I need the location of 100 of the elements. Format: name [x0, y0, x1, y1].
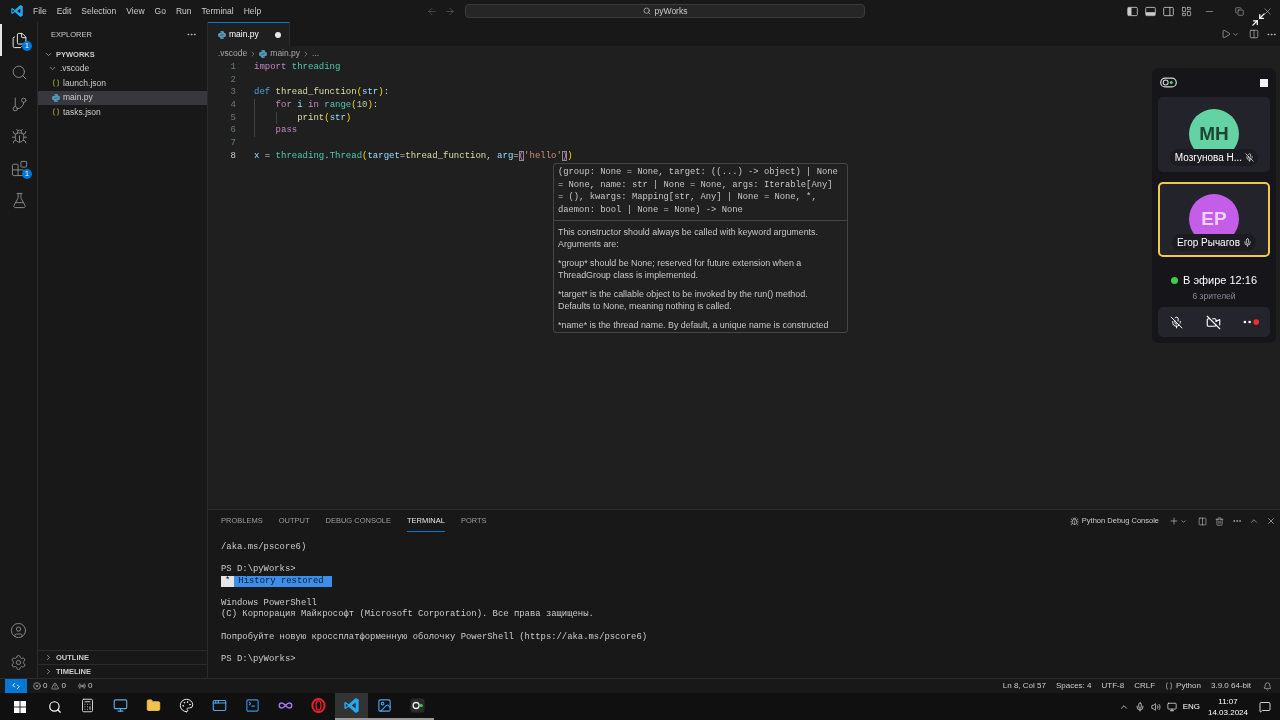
status-item[interactable]: CRLF [1134, 680, 1156, 692]
tree-row[interactable]: launch.json [38, 76, 207, 91]
braces-file-icon [52, 108, 60, 117]
doc-paragraph: This constructor should always be called with keyword arguments. Arguments are: [558, 225, 819, 251]
language-mode-button[interactable]: Python [1165, 680, 1201, 692]
search-icon [48, 699, 62, 714]
status-item[interactable]: UTF-8 [1101, 680, 1125, 692]
language-indicator[interactable]: ENG [1182, 700, 1200, 713]
editor-logo-icon [344, 698, 359, 713]
braces-file-icon [52, 79, 60, 88]
code-line: import threading [254, 61, 341, 74]
python-file-icon [218, 30, 226, 39]
ports-button[interactable]: 0 [77, 679, 93, 693]
terminal-line: /aka.ms/pscore6) [221, 542, 307, 554]
participant-tile[interactable]: ЕР Егор Рычагов [1158, 182, 1270, 257]
line-number: 4 [229, 99, 236, 112]
secondary-sidebar-toggle-icon[interactable] [1162, 5, 1174, 17]
square-icon[interactable] [1260, 78, 1268, 87]
banner-text: History restored [234, 575, 332, 587]
shrink-arrows-icon[interactable] [1251, 12, 1266, 27]
folder-icon [146, 698, 161, 713]
search-icon [642, 7, 651, 15]
message-icon [1259, 700, 1271, 713]
panel-toggle-icon[interactable] [1144, 5, 1156, 17]
bug-icon [11, 127, 28, 145]
python-file-icon [52, 93, 60, 102]
python-file-icon [259, 49, 268, 58]
ring-icon [311, 698, 326, 713]
windows-logo-icon [13, 700, 26, 713]
banner-marker: * [221, 575, 235, 587]
layout-grid-icon[interactable] [1180, 5, 1192, 17]
clock[interactable]: 11:07 14.03.2024 [1206, 695, 1250, 718]
trash-icon[interactable] [1215, 516, 1224, 526]
editor-tab[interactable]: main.py [208, 22, 290, 46]
app-logo-icon [11, 5, 23, 17]
line-number: 3 [229, 86, 236, 100]
line-number: 7 [229, 137, 236, 150]
doc-paragraph: *target* is the callable object to be invoked by the run() method. Defaults to None, meaning nothing is called. [558, 287, 809, 313]
line-number: 8 [229, 149, 236, 163]
terminal-line: PS D:\pyWorks> [221, 653, 296, 666]
code-line: def thread_function(str): [254, 86, 390, 100]
sidebar-toggle-icon[interactable] [1126, 5, 1138, 17]
folder-row[interactable]: .vscode [38, 61, 207, 76]
window-icon [212, 698, 227, 713]
bell-icon[interactable] [1263, 681, 1272, 691]
record-icon [410, 698, 425, 713]
menu-item[interactable]: Selection [76, 0, 122, 22]
menu-item[interactable]: Edit [51, 0, 77, 22]
tree-row[interactable]: main.py [38, 90, 207, 105]
participant-tile[interactable]: МН Мозгунова Н... [1158, 97, 1270, 172]
menu-item[interactable]: Help [238, 0, 267, 22]
split-editor-icon[interactable] [1249, 29, 1259, 39]
settings-icon [10, 653, 27, 671]
status-item[interactable]: Spaces: 4 [1055, 680, 1092, 692]
mic-icon[interactable] [1134, 701, 1145, 712]
doc-paragraph: *name* is the thread name. By default, a unique name is constructed [558, 318, 830, 332]
close-icon [1261, 5, 1273, 17]
status-item[interactable]: 3.9.0 64-bit [1210, 680, 1251, 692]
monitor-icon [113, 698, 128, 713]
menu-item[interactable]: Run [170, 0, 197, 22]
menu-item[interactable]: Go [149, 0, 171, 22]
branch-icon [11, 95, 28, 113]
signature-text: (group: None = None, target: ((...) -> object) | None = None, name: str | None = None, args: Iterable[Any] = (), kwargs: Mapping[str, Any] | None = None, *, daemon: bool | None = None) -> None [554, 164, 847, 221]
tree-row[interactable]: tasks.json [38, 105, 207, 120]
warning-icon [51, 682, 60, 690]
code-line: for i in range(10): [254, 99, 379, 112]
braces-icon [1165, 682, 1174, 690]
menu-item[interactable]: Terminal [196, 0, 239, 22]
terminal-line: Попробуйте новую кроссплатформенную оболочку PowerShell (https://aka.ms/pscore6) [221, 631, 648, 643]
restore-icon [1234, 6, 1244, 16]
user-icon [10, 621, 27, 639]
breadcrumb-item[interactable]: main.py [259, 47, 301, 60]
line-number: 2 [229, 73, 236, 87]
volume-icon[interactable] [1150, 701, 1161, 712]
network-icon[interactable] [1166, 701, 1177, 712]
menu-item[interactable]: View [121, 0, 150, 22]
error-icon [33, 682, 41, 690]
line-number: 1 [229, 61, 236, 74]
code-line: print(str) [254, 111, 352, 125]
line-number: 5 [229, 111, 236, 125]
calculator-icon [80, 698, 95, 713]
dots-icon [1242, 319, 1260, 325]
add-icon[interactable] [1169, 516, 1179, 526]
menu-item[interactable]: File [28, 0, 52, 22]
search-icon [11, 63, 28, 81]
chevron-down-icon[interactable] [1232, 30, 1239, 38]
run-icon[interactable] [1221, 29, 1231, 39]
toggle-icon[interactable] [1160, 77, 1177, 88]
split-terminal-icon[interactable] [1198, 516, 1207, 526]
close-icon[interactable] [1266, 516, 1276, 526]
chevron-up-icon[interactable] [1249, 516, 1259, 526]
viewer-count: 6 зрителей [1191, 290, 1237, 302]
problems-button[interactable]: 0 0 [33, 679, 66, 693]
breadcrumb-item[interactable]: .vscode [218, 47, 248, 60]
terminal-line: PS D:\pyWorks> [221, 564, 296, 576]
breadcrumb-item[interactable]: ... [312, 47, 320, 60]
status-item[interactable]: Ln 8, Col 57 [1002, 680, 1046, 692]
chevron-down-icon[interactable] [1180, 517, 1187, 525]
line-number: 6 [229, 124, 236, 138]
search-field[interactable]: pyWorks [465, 4, 865, 18]
